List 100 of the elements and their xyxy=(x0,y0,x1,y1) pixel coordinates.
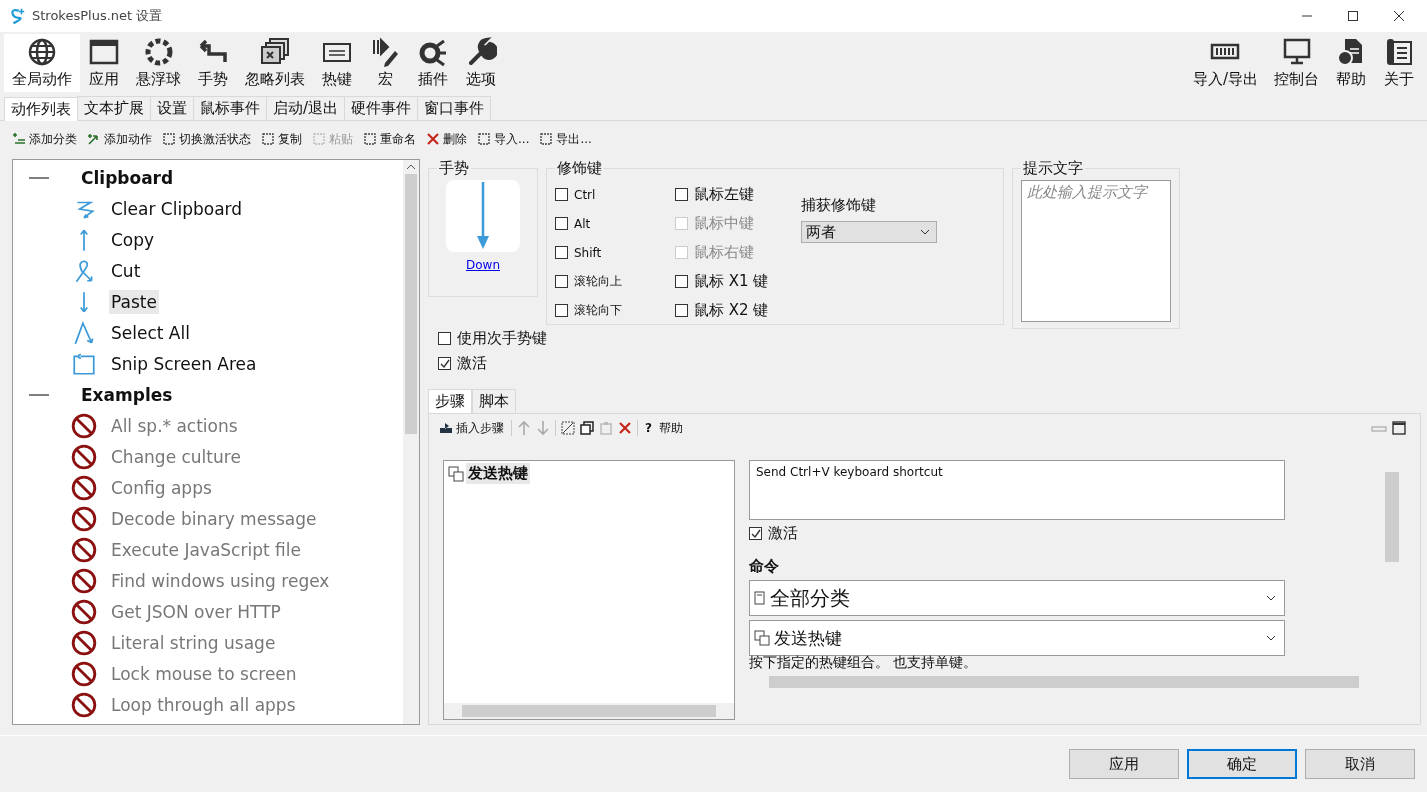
tab[interactable]: 窗口事件 xyxy=(417,96,492,120)
toolbar-button[interactable]: 导入... xyxy=(473,128,534,150)
tab[interactable]: 步骤 xyxy=(428,389,472,413)
add-category-icon xyxy=(12,132,26,146)
toolbar-button[interactable]: 导出... xyxy=(535,128,596,150)
checkbox[interactable] xyxy=(675,304,688,317)
insert-icon xyxy=(439,422,453,434)
action-item[interactable]: Execute JavaScript file xyxy=(109,537,303,562)
checkbox-label: Alt xyxy=(574,216,591,231)
toolbar-button[interactable]: 悬浮球 xyxy=(128,34,189,92)
toolbar-button[interactable]: 选项 xyxy=(457,34,505,92)
tab[interactable]: 脚本 xyxy=(472,389,516,413)
toolbar-button[interactable]: 帮助 xyxy=(1327,34,1375,92)
action-item[interactable]: All sp.* actions xyxy=(109,413,240,438)
checkbox[interactable] xyxy=(438,357,451,370)
insert-step-button[interactable]: 插入步骤 xyxy=(437,419,506,437)
command-dropdown[interactable]: 发送热键 xyxy=(749,620,1285,656)
toolbar-button[interactable]: 复制 xyxy=(257,128,306,150)
checkbox-label: 滚轮向下 xyxy=(574,302,622,319)
checkbox[interactable] xyxy=(675,275,688,288)
action-item[interactable]: Decode binary message xyxy=(109,506,319,531)
caret-icon xyxy=(920,229,930,235)
toolbar-button[interactable]: 插件 xyxy=(409,34,457,92)
step-item[interactable]: 发送热键 xyxy=(466,463,530,484)
toolbar-button[interactable]: 控制台 xyxy=(1266,34,1327,92)
tab[interactable]: 动作列表 xyxy=(4,97,78,121)
dialog-button[interactable]: 取消 xyxy=(1305,749,1415,779)
toolbar-button[interactable]: 添加动作 xyxy=(83,128,156,150)
checkbox-label: 鼠标 X2 键 xyxy=(694,301,769,320)
checkbox-label: 鼠标 X1 键 xyxy=(694,272,769,291)
action-item[interactable]: Loop through all apps xyxy=(109,692,298,717)
import-icon xyxy=(477,132,491,146)
hint-text-field[interactable]: 此处输入提示文字 xyxy=(1021,180,1171,322)
toolbar-button[interactable]: 关于 xyxy=(1375,34,1423,92)
checkbox[interactable] xyxy=(438,332,451,345)
checkbox-label: 滚轮向上 xyxy=(574,273,622,290)
checkbox[interactable] xyxy=(555,246,568,259)
toolbar-button[interactable]: 应用 xyxy=(80,34,128,92)
toggle-icon[interactable] xyxy=(561,421,575,435)
close-icon[interactable] xyxy=(1393,10,1405,22)
scrollbar[interactable] xyxy=(444,703,734,719)
checkbox-label: 激活 xyxy=(768,524,798,543)
dialog-button[interactable]: 确定 xyxy=(1187,749,1297,779)
checkbox-label: 鼠标右键 xyxy=(694,243,754,262)
checkbox[interactable] xyxy=(555,304,568,317)
toolbar-button[interactable]: 全局动作 xyxy=(4,34,80,92)
globe-icon xyxy=(26,36,58,68)
copy-icon[interactable] xyxy=(580,421,594,435)
toolbar-button[interactable]: 导入/导出 xyxy=(1184,34,1266,92)
toolbar-button[interactable]: 热键 xyxy=(313,34,361,92)
checkbox-label: 使用次手势键 xyxy=(457,329,547,348)
action-item[interactable]: Literal string usage xyxy=(109,630,278,655)
add-action-icon xyxy=(87,132,101,146)
group-title: 修饰键 xyxy=(556,159,603,178)
action-item[interactable]: Copy xyxy=(109,227,157,252)
action-item[interactable]: Config apps xyxy=(109,475,214,500)
group-title: 提示文字 xyxy=(1022,159,1084,178)
copy-icon xyxy=(261,132,275,146)
toolbar-button[interactable]: 切换激活状态 xyxy=(158,128,255,150)
toolbar-button[interactable]: 重命名 xyxy=(359,128,420,150)
maximize-icon[interactable] xyxy=(1347,10,1359,22)
action-item[interactable]: Snip Screen Area xyxy=(109,351,259,376)
action-item[interactable]: Find windows using regex xyxy=(109,568,332,593)
action-item[interactable]: Select All xyxy=(109,320,192,345)
category-label[interactable]: Clipboard xyxy=(81,167,174,188)
command-description: 按下指定的热键组合。 也支持单键。 xyxy=(749,654,979,672)
checkbox[interactable] xyxy=(555,217,568,230)
action-item[interactable]: Paste xyxy=(109,289,159,314)
app-logo-icon xyxy=(8,7,26,25)
checkbox[interactable] xyxy=(675,188,688,201)
action-item[interactable]: Get JSON over HTTP xyxy=(109,599,283,624)
toolbar-button[interactable]: 手势 xyxy=(189,34,237,92)
delete-icon[interactable] xyxy=(618,421,632,435)
action-item[interactable]: Clear Clipboard xyxy=(109,196,245,221)
action-item[interactable]: Cut xyxy=(109,258,143,283)
toolbar-button[interactable]: 添加分类 xyxy=(8,128,81,150)
toolbar-button[interactable]: 删除 xyxy=(422,128,471,150)
caret-icon xyxy=(1266,595,1276,601)
dialog-button[interactable]: 应用 xyxy=(1069,749,1179,779)
maximize-icon[interactable] xyxy=(1392,421,1406,435)
toolbar-button[interactable]: 忽略列表 xyxy=(237,34,313,92)
checkbox-label: 鼠标中键 xyxy=(694,214,754,233)
group-title: 手势 xyxy=(438,159,470,178)
gesture-link[interactable]: Down xyxy=(466,258,500,272)
action-item[interactable]: Lock mouse to screen xyxy=(109,661,299,686)
toolbar-button[interactable]: 宏 xyxy=(361,34,409,92)
category-label[interactable]: Examples xyxy=(81,384,173,405)
caret-icon xyxy=(1266,635,1276,641)
category-dropdown[interactable]: 全部分类 xyxy=(749,580,1285,616)
capture-dropdown[interactable]: 两者 xyxy=(801,221,937,243)
checkbox-label: Ctrl xyxy=(574,187,596,202)
checkbox[interactable] xyxy=(749,527,762,540)
help-button[interactable]: ? 帮助 xyxy=(643,419,685,437)
checkbox[interactable] xyxy=(555,188,568,201)
rename-icon xyxy=(363,132,377,146)
checkbox[interactable] xyxy=(555,275,568,288)
description-field[interactable]: Send Ctrl+V keyboard shortcut xyxy=(749,460,1285,520)
scrollbar[interactable] xyxy=(403,160,419,724)
checkbox-label: Shift xyxy=(574,245,602,260)
action-item[interactable]: Change culture xyxy=(109,444,243,469)
